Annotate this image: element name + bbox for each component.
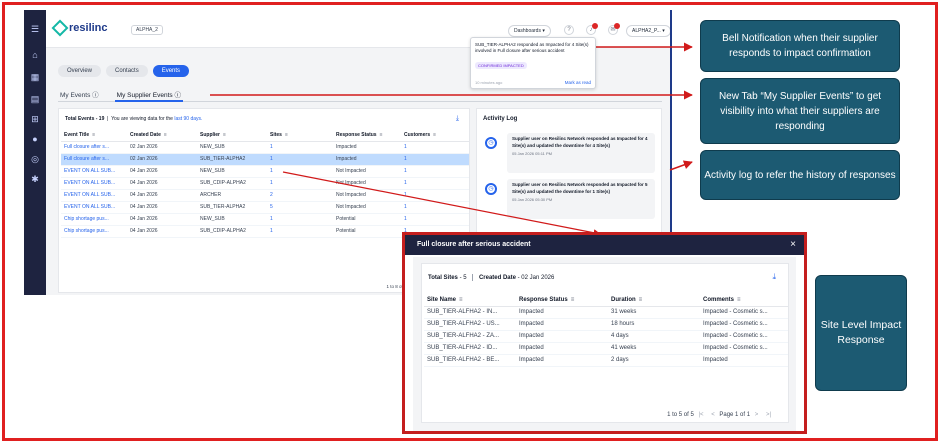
modal-body: Total Sites - 5 Created Date - 02 Jan 20… — [413, 257, 796, 431]
total-sites-label: Total Sites — [428, 275, 458, 282]
notification-tag: CONFIRMED IMPACTED — [475, 62, 527, 69]
site-impact-modal: Full closure after serious accident × To… — [402, 232, 807, 434]
modal-summary: Total Sites - 5 Created Date - 02 Jan 20… — [428, 274, 555, 282]
created-date-value: 02 Jan 2026 — [521, 275, 555, 282]
col-site-name[interactable]: Site Name ≡ — [424, 294, 516, 307]
total-sites-value: 5 — [463, 275, 467, 282]
arrow-modal — [282, 171, 601, 237]
table-row[interactable]: SUB_TIER-ALFHA2 - ID... Impacted 41 weeks I… — [424, 342, 788, 355]
download-icon[interactable]: ⤓ — [772, 272, 776, 282]
modal-title: Full closure after serious accident — [417, 241, 531, 248]
modal-card: Total Sites - 5 Created Date - 02 Jan 20… — [421, 263, 789, 423]
table-row[interactable]: SUB_TIER-ALFHA2 - BE... Impacted 2 days Imp… — [424, 354, 788, 367]
notification-popup[interactable]: SUB_TIER-ALPHA2 responded as Impacted fo… — [470, 37, 596, 89]
last-page-icon[interactable]: >| — [766, 412, 771, 418]
sites-table: Site Name ≡ Response Status ≡ Duration ≡ Co… — [424, 294, 788, 367]
callout-activity-log: Activity log to refer the history of res… — [700, 150, 900, 200]
first-page-icon[interactable]: |< — [698, 412, 703, 418]
close-icon[interactable]: × — [790, 239, 796, 250]
sites-header-row: Site Name ≡ Response Status ≡ Duration ≡ Co… — [424, 294, 788, 307]
page-indicator: Page 1 of 1 — [719, 412, 751, 418]
arrow-activity — [669, 160, 693, 171]
sites-pagination: 1 to 5 of 5 |< < Page 1 of 1 > >| — [667, 412, 774, 418]
table-row[interactable]: SUB_TIER-ALFHA2 - US... Impacted 18 hours I… — [424, 318, 788, 331]
col-duration[interactable]: Duration ≡ — [608, 294, 700, 307]
callout-bell-notification: Bell Notification when their supplier re… — [700, 20, 900, 72]
modal-header: Full closure after serious accident × — [405, 235, 804, 255]
callout-supplier-events-tab: New Tab “My Supplier Events” to get visi… — [700, 78, 900, 144]
col-response-status[interactable]: Response Status ≡ — [516, 294, 608, 307]
prev-page-icon[interactable]: < — [711, 412, 715, 418]
next-page-icon[interactable]: > — [755, 412, 759, 418]
separator — [472, 274, 474, 281]
table-row[interactable]: SUB_TIER-ALFHA2 - IN... Impacted 31 weeks I… — [424, 306, 788, 319]
sites-range: 1 to 5 of 5 — [667, 412, 694, 418]
notification-text: SUB_TIER-ALPHA2 responded as Impacted fo… — [475, 42, 589, 53]
notification-time: 10 minutes ago — [475, 80, 503, 85]
callout-site-level: Site Level Impact Response — [815, 275, 907, 391]
created-date-label: Created Date — [478, 275, 516, 282]
mark-as-read-link[interactable]: Mark as read — [565, 80, 591, 85]
table-row[interactable]: SUB_TIER-ALFHA2 - ZA... Impacted 4 days Imp… — [424, 330, 788, 343]
col-comments[interactable]: Comments ≡ — [700, 294, 788, 307]
